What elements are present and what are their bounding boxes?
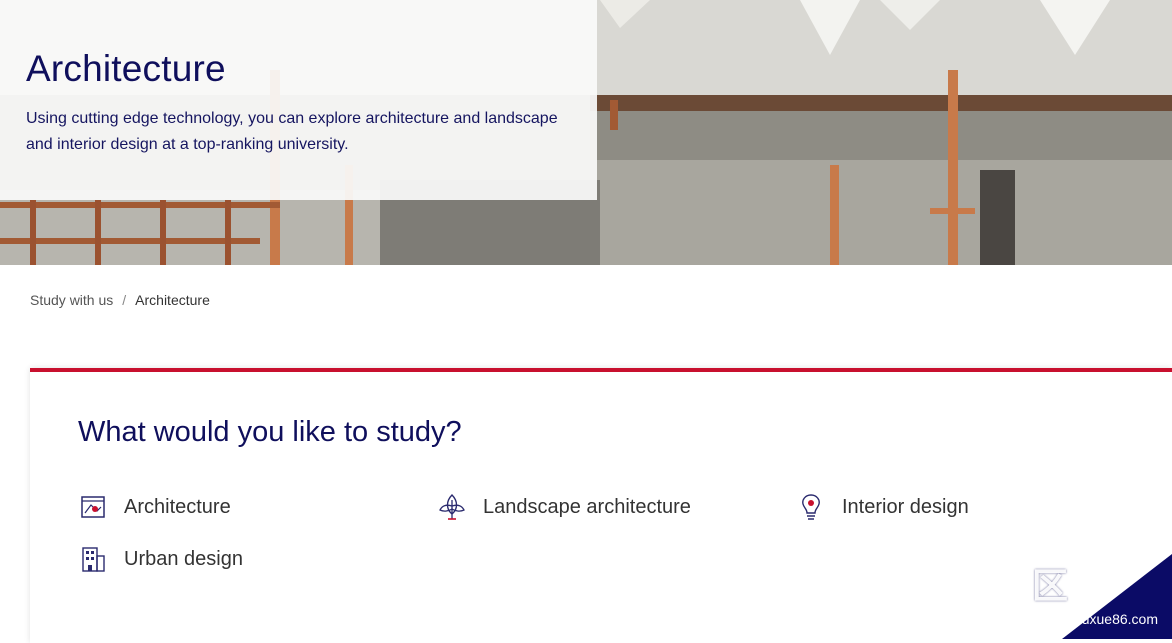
subject-link-urban-design[interactable]: Urban design [78, 544, 243, 574]
breadcrumb: Study with us / Architecture [30, 292, 210, 308]
subject-label: Interior design [842, 495, 969, 518]
building-icon [78, 544, 108, 574]
subject-link-architecture[interactable]: Architecture [78, 492, 231, 522]
subject-label: Urban design [124, 547, 243, 570]
breadcrumb-separator: / [122, 292, 127, 308]
watermark-text: 留学社区 [1032, 565, 1070, 606]
breadcrumb-link-study-with-us[interactable]: Study with us [30, 292, 113, 308]
subject-label: Landscape architecture [483, 495, 691, 518]
study-panel-title: What would you like to study? [78, 416, 462, 448]
subject-label: Architecture [124, 495, 231, 518]
leaf-icon [437, 492, 467, 522]
watermark-url: bbs.liuxue86.com [1049, 611, 1158, 627]
breadcrumb-current: Architecture [135, 292, 210, 308]
hero-description: Using cutting edge technology, you can e… [26, 110, 558, 153]
hero-banner: Architecture Using cutting edge technolo… [0, 0, 1172, 265]
page-title: Architecture [26, 48, 226, 89]
blueprint-icon [78, 492, 108, 522]
subject-link-landscape-architecture[interactable]: Landscape architecture [437, 492, 691, 522]
study-panel: What would you like to study? Architectu… [30, 368, 1172, 643]
subject-link-interior-design[interactable]: Interior design [796, 492, 969, 522]
lightbulb-icon [796, 492, 826, 522]
hero-card: Architecture Using cutting edge technolo… [0, 0, 597, 200]
watermark: 留学社区 bbs.liuxue86.com [1032, 554, 1172, 639]
